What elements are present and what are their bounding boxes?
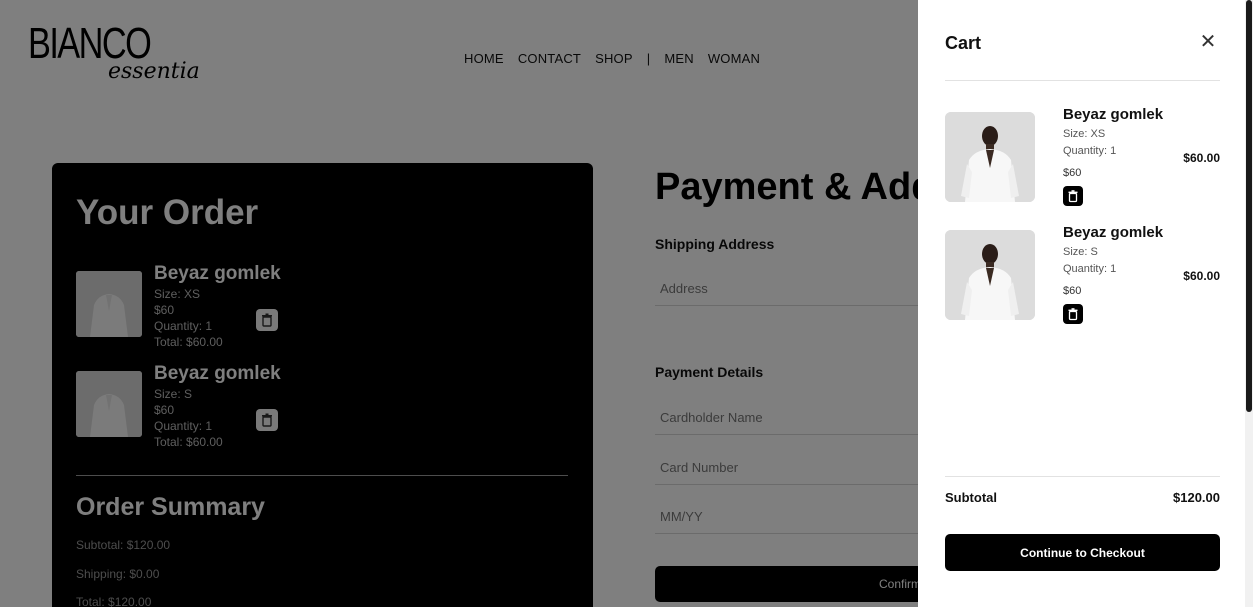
cart-subtotal-label: Subtotal <box>945 490 997 505</box>
cart-title: Cart <box>945 33 982 53</box>
trash-icon[interactable] <box>1063 186 1083 206</box>
cart-item-line-total: $60.00 <box>1183 269 1220 283</box>
product-image <box>945 230 1035 320</box>
continue-to-checkout-button[interactable]: Continue to Checkout <box>945 534 1220 571</box>
cart-subtotal-value: $120.00 <box>1173 490 1220 505</box>
cart-item-name: Beyaz gomlek <box>1063 106 1164 123</box>
cart-item-quantity: Quantity: 1 <box>1063 145 1117 157</box>
cart-drawer: Cart ✕ Beyaz gomlek Size: XS Quantity: 1… <box>918 0 1245 607</box>
trash-icon[interactable] <box>1063 304 1083 324</box>
cart-item-name: Beyaz gomlek <box>1063 224 1164 241</box>
cart-item: Beyaz gomlek Size: S Quantity: 1 $60 $60… <box>945 224 1220 324</box>
cart-backdrop-overlay[interactable] <box>0 0 918 607</box>
close-icon[interactable]: ✕ <box>1198 30 1218 54</box>
product-thumbnail <box>945 112 1035 202</box>
cart-item-price: $60 <box>1063 167 1082 179</box>
scrollbar-thumb[interactable] <box>1246 0 1252 412</box>
cart-item-quantity: Quantity: 1 <box>1063 263 1117 275</box>
product-image <box>945 112 1035 202</box>
cart-item: Beyaz gomlek Size: XS Quantity: 1 $60 $6… <box>945 106 1220 206</box>
cart-item-size: Size: S <box>1063 246 1098 258</box>
product-thumbnail <box>945 230 1035 320</box>
cart-divider <box>945 80 1220 81</box>
cart-item-line-total: $60.00 <box>1183 151 1220 165</box>
cart-item-price: $60 <box>1063 285 1082 297</box>
cart-item-size: Size: XS <box>1063 128 1106 140</box>
cart-subtotal-divider <box>945 476 1220 477</box>
